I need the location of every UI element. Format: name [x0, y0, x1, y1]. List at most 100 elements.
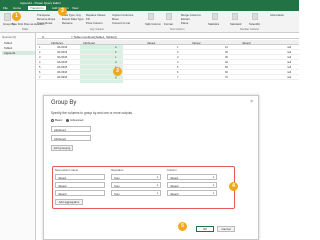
cell-attribute2[interactable]: d [115, 61, 116, 64]
merge-columns-button[interactable]: Merge Columns [181, 13, 201, 17]
cell-value3[interactable]: null [287, 56, 291, 59]
chevron-down-icon: ▾ [212, 176, 214, 179]
operation-select-1[interactable]: Sum ▾ [111, 174, 161, 180]
split-column-icon [148, 13, 154, 20]
query-item-table2[interactable]: Table2 [4, 46, 12, 50]
cell-attribute1[interactable]: 3/1/2018 [57, 56, 67, 59]
radio-advanced[interactable]: Advanced [66, 118, 83, 122]
cell-value2[interactable]: 70 [225, 76, 228, 79]
scientific-button[interactable]: Scientific [249, 22, 260, 26]
formula-bar[interactable]: fx = Table.Combine({Table1, Table2}) [37, 34, 299, 39]
statistics-button[interactable]: Statistics [208, 22, 219, 26]
column-select-2[interactable]: Value2 ▾ [167, 182, 217, 188]
cell-value3[interactable]: null [287, 51, 291, 54]
cell-attribute1[interactable]: 3/1/2018 [57, 51, 67, 54]
cell-value1[interactable]: 5 [177, 66, 178, 69]
cell-attribute1[interactable]: 3/1/2018 [57, 76, 67, 79]
cell-value2[interactable]: 40 [225, 61, 228, 64]
callout-badge-1: 1 [12, 12, 21, 21]
cell-value2[interactable]: 20 [225, 51, 228, 54]
cell-attribute2[interactable]: g [115, 76, 116, 79]
new-column-name-input-1[interactable]: Value1 [55, 174, 105, 180]
rename-button[interactable]: Rename [62, 21, 73, 25]
cancel-button[interactable]: Cancel [217, 226, 235, 232]
new-column-name-3: Value3 [58, 192, 67, 196]
cell-value3[interactable]: null [287, 61, 291, 64]
column-select-3[interactable]: Value3 ▾ [167, 190, 217, 196]
close-icon[interactable]: × [250, 99, 253, 105]
column-3: Value3 [170, 192, 179, 196]
cell-value3[interactable]: null [287, 66, 291, 69]
query-item-append1[interactable]: Append1 [2, 51, 35, 55]
cell-attribute1[interactable]: 3/1/2018 [57, 71, 67, 74]
count-rows-button[interactable]: Count Rows [37, 21, 52, 25]
cell-value2[interactable]: 50 [225, 66, 228, 69]
new-column-name-input-3[interactable]: Value3 [55, 190, 105, 196]
cell-value2[interactable]: 10 [225, 46, 228, 49]
detect-type-button[interactable]: Detect Data Type [62, 17, 84, 21]
add-grouping-button[interactable]: Add grouping [51, 145, 73, 151]
standard-button[interactable]: Standard [230, 22, 241, 26]
cell-value1[interactable]: 3 [177, 56, 178, 59]
group-field-2-select[interactable]: Attribute2 [51, 135, 91, 141]
replace-values-button[interactable]: Replace Values [86, 13, 105, 17]
cell-value3[interactable]: null [287, 76, 291, 79]
radio-advanced-label: Advanced [70, 118, 84, 122]
reverse-rows-button[interactable]: Reverse Rows [37, 17, 55, 21]
cell-attribute1[interactable]: 3/1/2018 [57, 61, 67, 64]
menu-file[interactable]: File [3, 6, 8, 10]
operation-2: Sum [114, 184, 120, 188]
cell-value2[interactable]: 60 [225, 71, 228, 74]
cell-attribute2[interactable]: a [115, 46, 116, 49]
query-item-table1[interactable]: Table1 [4, 41, 12, 45]
cell-value3[interactable]: null [287, 46, 291, 49]
row-number: 1 [39, 46, 41, 49]
column-select-1[interactable]: Value1 ▾ [167, 174, 217, 180]
move-button[interactable]: Move [112, 17, 119, 21]
menu-transform[interactable]: Transform [28, 6, 46, 10]
row-number: 6 [39, 71, 41, 74]
parse-button[interactable]: Parse [181, 21, 188, 25]
operation-select-2[interactable]: Sum ▾ [111, 182, 161, 188]
col-column-header: Column [167, 168, 177, 172]
cell-value1[interactable]: 6 [177, 71, 178, 74]
cell-value1[interactable]: 4 [177, 61, 178, 64]
unpivot-button[interactable]: Unpivot Columns [112, 13, 133, 17]
cell-value3[interactable]: null [287, 71, 291, 74]
chevron-down-icon: ▾ [212, 192, 214, 195]
callout-badge-2: 2 [58, 7, 67, 16]
split-column-button[interactable]: Split Column [145, 22, 161, 26]
row-number: 3 [39, 56, 41, 59]
information-button[interactable]: Information [270, 13, 284, 17]
cell-attribute2[interactable]: b [115, 51, 116, 54]
cell-value1[interactable]: 7 [177, 76, 178, 79]
extract-button[interactable]: Extract [181, 17, 190, 21]
pivot-column-button[interactable]: Pivot Column [86, 21, 103, 25]
group-label-number-column: Number Column [240, 28, 259, 31]
radio-basic[interactable]: Basic [51, 118, 62, 122]
convert-to-list-button[interactable]: Convert to List [112, 21, 130, 25]
statistics-icon [212, 13, 218, 20]
formula-text[interactable]: = Table.Combine({Table1, Table2}) [71, 35, 117, 39]
column-1: Value1 [170, 176, 179, 180]
group-field-1-select[interactable]: Attribute1 [51, 126, 91, 132]
menu-view[interactable]: View [72, 6, 78, 10]
cell-value1[interactable]: 2 [177, 51, 178, 54]
cell-value1[interactable]: 1 [177, 46, 178, 49]
new-column-name-input-2[interactable]: Value2 [55, 182, 105, 188]
radio-basic-label: Basic [55, 118, 63, 122]
cell-value2[interactable]: 30 [225, 56, 228, 59]
ok-button[interactable]: OK [196, 226, 214, 232]
menu-home[interactable]: Home [13, 6, 21, 10]
format-button[interactable]: Format [164, 22, 173, 26]
transpose-button[interactable]: Transpose [37, 13, 50, 17]
add-aggregation-button[interactable]: Add aggregation [55, 199, 83, 205]
group-by-dialog: Group By × Specify the columns to group … [43, 95, 259, 240]
cell-attribute1[interactable]: 3/1/2018 [57, 46, 67, 49]
queries-header: Queries [3] [2, 35, 16, 39]
operation-select-3[interactable]: Sum ▾ [111, 190, 161, 196]
cell-attribute2[interactable]: c [115, 56, 116, 59]
cell-attribute1[interactable]: 3/1/2018 [57, 66, 67, 69]
operation-1: Sum [114, 176, 120, 180]
fill-button[interactable]: Fill [86, 17, 90, 21]
